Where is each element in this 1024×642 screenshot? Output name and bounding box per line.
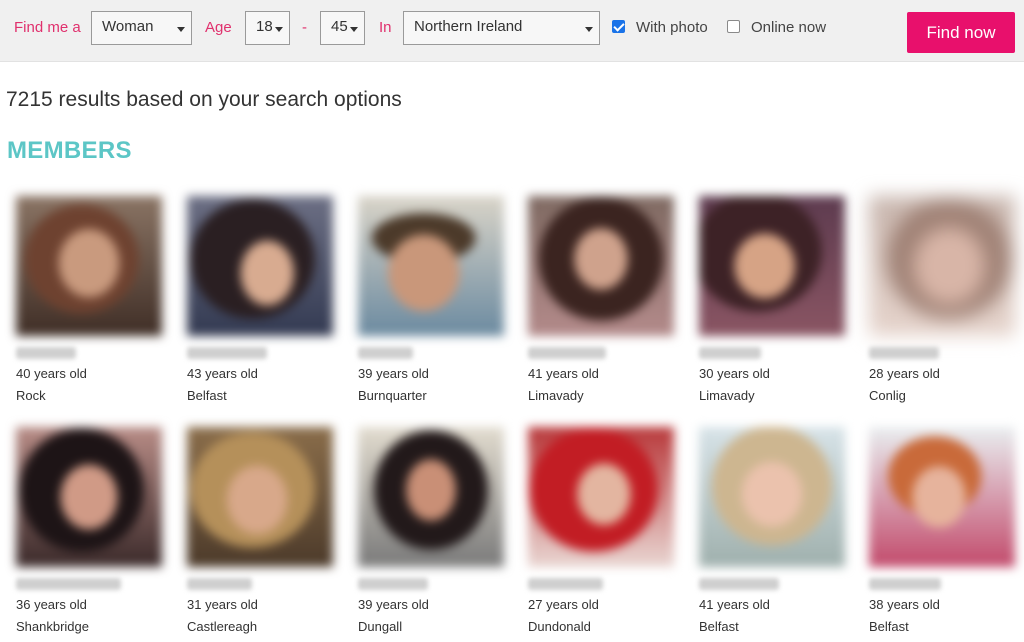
member-photo[interactable] — [869, 196, 1015, 336]
age-label: Age — [205, 19, 232, 36]
age-max-value: 45 — [331, 18, 348, 35]
member-username-obscured[interactable] — [358, 578, 428, 590]
member-card[interactable]: 30 years old Limavady — [699, 196, 849, 403]
member-location: Dungall — [358, 619, 403, 634]
member-username-obscured[interactable] — [528, 347, 606, 359]
member-photo[interactable] — [187, 196, 333, 336]
member-photo[interactable] — [528, 196, 674, 336]
member-age: 40 years old — [16, 366, 87, 381]
member-photo[interactable] — [528, 427, 674, 567]
member-photo[interactable] — [869, 427, 1015, 567]
section-title: MEMBERS — [7, 137, 132, 164]
member-location: Belfast — [699, 619, 739, 634]
member-location: Burnquarter — [358, 388, 427, 403]
member-age: 39 years old — [358, 597, 429, 612]
member-card[interactable]: 28 years old Conlig — [869, 196, 1019, 403]
member-card[interactable]: 36 years old Shankbridge — [16, 427, 166, 634]
find-me-label: Find me a — [14, 19, 81, 36]
location-select-value: Northern Ireland — [414, 18, 523, 35]
search-bar: Find me a Woman Age 18 - 45 In Northern … — [0, 0, 1024, 62]
in-label: In — [379, 19, 392, 36]
online-now-label: Online now — [751, 19, 827, 36]
member-age: 41 years old — [528, 366, 599, 381]
age-max-select[interactable]: 45 — [320, 11, 365, 45]
member-photo[interactable] — [699, 427, 845, 567]
member-username-obscured[interactable] — [699, 578, 779, 590]
member-card[interactable]: 39 years old Dungall — [358, 427, 508, 634]
member-location: Dundonald — [528, 619, 591, 634]
member-photo[interactable] — [16, 196, 162, 336]
location-select[interactable]: Northern Ireland — [403, 11, 600, 45]
member-age: 41 years old — [699, 597, 770, 612]
member-location: Rock — [16, 388, 46, 403]
gender-select[interactable]: Woman — [91, 11, 192, 45]
member-card[interactable]: 27 years old Dundonald — [528, 427, 678, 634]
member-location: Limavady — [699, 388, 755, 403]
chevron-down-icon — [585, 27, 593, 32]
member-photo[interactable] — [358, 427, 504, 567]
member-card[interactable]: 41 years old Limavady — [528, 196, 678, 403]
with-photo-label: With photo — [636, 19, 708, 36]
member-username-obscured[interactable] — [528, 578, 603, 590]
member-photo[interactable] — [187, 427, 333, 567]
online-now-checkbox[interactable] — [727, 20, 740, 33]
member-age: 27 years old — [528, 597, 599, 612]
results-count: 7215 results based on your search option… — [6, 88, 402, 111]
member-age: 31 years old — [187, 597, 258, 612]
member-card[interactable]: 39 years old Burnquarter — [358, 196, 508, 403]
age-min-value: 18 — [256, 18, 273, 35]
member-card[interactable]: 31 years old Castlereagh — [187, 427, 337, 634]
member-card[interactable]: 40 years old Rock — [16, 196, 166, 403]
member-age: 30 years old — [699, 366, 770, 381]
member-username-obscured[interactable] — [16, 347, 76, 359]
member-location: Limavady — [528, 388, 584, 403]
member-username-obscured[interactable] — [869, 578, 941, 590]
member-age: 28 years old — [869, 366, 940, 381]
member-photo[interactable] — [358, 196, 504, 336]
member-card[interactable]: 41 years old Belfast — [699, 427, 849, 634]
with-photo-checkbox[interactable] — [612, 20, 625, 33]
member-age: 43 years old — [187, 366, 258, 381]
age-min-select[interactable]: 18 — [245, 11, 290, 45]
chevron-down-icon — [275, 27, 283, 32]
member-age: 39 years old — [358, 366, 429, 381]
member-photo[interactable] — [16, 427, 162, 567]
member-location: Shankbridge — [16, 619, 89, 634]
member-location: Conlig — [869, 388, 906, 403]
member-age: 38 years old — [869, 597, 940, 612]
member-username-obscured[interactable] — [869, 347, 939, 359]
age-separator: - — [302, 19, 307, 36]
member-location: Belfast — [187, 388, 227, 403]
member-username-obscured[interactable] — [699, 347, 761, 359]
member-username-obscured[interactable] — [16, 578, 121, 590]
find-now-button[interactable]: Find now — [907, 12, 1015, 53]
member-location: Belfast — [869, 619, 909, 634]
member-username-obscured[interactable] — [358, 347, 413, 359]
member-age: 36 years old — [16, 597, 87, 612]
member-card[interactable]: 38 years old Belfast — [869, 427, 1019, 634]
gender-select-value: Woman — [102, 18, 154, 35]
member-photo[interactable] — [699, 196, 845, 336]
chevron-down-icon — [350, 27, 358, 32]
member-location: Castlereagh — [187, 619, 258, 634]
member-username-obscured[interactable] — [187, 347, 267, 359]
member-card[interactable]: 43 years old Belfast — [187, 196, 337, 403]
chevron-down-icon — [177, 27, 185, 32]
member-username-obscured[interactable] — [187, 578, 252, 590]
